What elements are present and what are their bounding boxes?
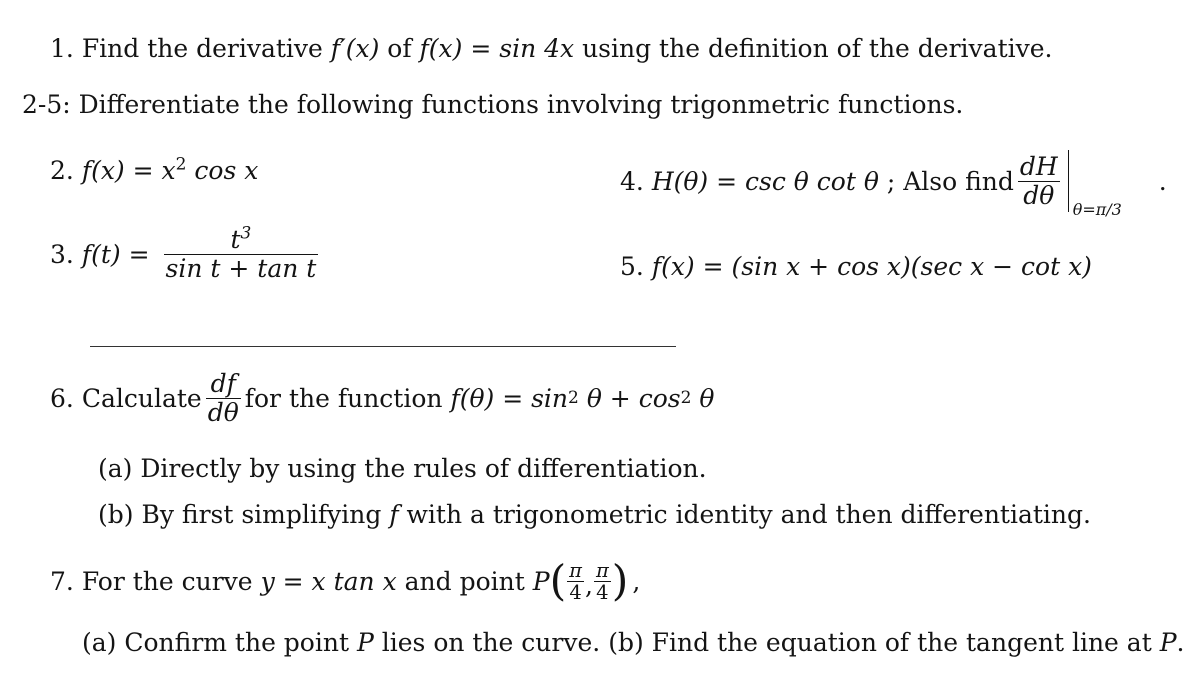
left-paren: ( <box>549 556 567 606</box>
math-expression: f(x) = (sin x + cos x)(sec x − cot x) <box>651 252 1092 281</box>
math-expression: f(x) = sin 4x <box>419 34 575 63</box>
point-label: P <box>532 567 550 597</box>
math-lhs: f(t) = <box>81 239 150 269</box>
problem-3: 3. f(t) = t3 sin t + tan t <box>50 223 322 283</box>
math-tail: θ <box>699 383 715 413</box>
problem-text: Also find <box>903 166 1014 196</box>
problem-number: 7. <box>50 567 74 597</box>
problem-text: using the definition of the derivative. <box>582 34 1053 63</box>
comma: , <box>632 567 641 597</box>
math-lhs: f(θ) = sin <box>450 383 569 413</box>
problem-7-parts: (a) Confirm the point P lies on the curv… <box>82 630 1184 655</box>
problem-5: 5. f(x) = (sin x + cos x)(sec x − cot x) <box>620 254 1092 279</box>
problem-1: 1. Find the derivative f′(x) of f(x) = s… <box>50 36 1052 61</box>
problem-text: and point <box>404 567 525 597</box>
problem-text: (b) Find the equation of the tangent lin… <box>608 628 1152 657</box>
problem-6-part-a: (a) Directly by using the rules of diffe… <box>98 454 707 483</box>
math-curve: y = x tan x <box>260 567 397 597</box>
derivative-fraction: dH dθ <box>1017 152 1060 210</box>
math-rhs: csc θ cot θ <box>745 166 879 196</box>
problem-number: 6. <box>50 383 74 413</box>
evaluation-bar: θ=π/3 <box>1067 150 1129 218</box>
denominator: sin t + tan t <box>165 253 317 283</box>
fraction: t3 sin t + tan t <box>163 223 319 283</box>
problem-text: Calculate <box>81 383 202 413</box>
numerator: dH <box>1019 152 1058 181</box>
problem-6: 6. Calculate df dθ for the function f(θ)… <box>50 369 715 427</box>
denominator: dθ <box>207 397 239 427</box>
exponent: 2 <box>175 154 187 175</box>
problem-number: 3. <box>50 239 74 269</box>
problem-number: 4. <box>620 166 644 196</box>
problem-4: 4. H(θ) = csc θ cot θ ; Also find dH dθ … <box>620 150 1167 218</box>
section-label: 2-5: <box>22 90 71 119</box>
problem-2: 2. f(x) = x2 cos x <box>50 154 259 185</box>
math-rhs: cos x <box>194 156 259 185</box>
problem-number: 5. <box>620 252 644 281</box>
math-mid: θ + cos <box>586 383 681 413</box>
numerator: t3 <box>230 223 252 254</box>
fraction: π 4 <box>567 559 584 605</box>
problem-text: for the function <box>244 383 443 413</box>
problem-text: (b) By first simplifying <box>98 500 382 529</box>
problem-number: 1. <box>50 34 74 63</box>
problem-text: For the curve <box>81 567 253 597</box>
point-label: P <box>356 628 374 657</box>
problem-text: lies on the curve. <box>381 628 601 657</box>
math-symbol: f <box>389 500 399 529</box>
problem-text: of <box>387 34 412 63</box>
math-base: x <box>161 156 176 185</box>
numerator: df <box>210 369 236 398</box>
section-heading: 2-5: Differentiate the following functio… <box>22 92 963 117</box>
problem-6-part-b: (b) By first simplifying f with a trigon… <box>98 502 1091 527</box>
problem-number: 2. <box>50 156 74 185</box>
denominator: dθ <box>1023 180 1055 210</box>
problem-text: with a trigonometric identity and then d… <box>406 500 1091 529</box>
math-lhs: f(x) = <box>81 156 154 185</box>
divider <box>90 346 676 347</box>
right-paren: ) <box>611 556 629 606</box>
period: . <box>1158 166 1167 196</box>
period: . <box>1176 628 1185 657</box>
section-text: Differentiate the following functions in… <box>78 90 964 119</box>
math-expression: f′(x) <box>330 34 380 63</box>
problem-7: 7. For the curve y = x tan x and point P… <box>50 556 641 606</box>
problem-text: Find the derivative <box>81 34 323 63</box>
evaluation-point: θ=π/3 <box>1072 200 1122 219</box>
math-lhs: H(θ) = <box>651 166 738 196</box>
fraction: π 4 <box>593 559 611 605</box>
point-label: P <box>1159 628 1177 657</box>
problem-text: (a) Confirm the point <box>82 628 350 657</box>
derivative-fraction: df dθ <box>205 369 241 427</box>
separator: ; <box>886 166 896 196</box>
